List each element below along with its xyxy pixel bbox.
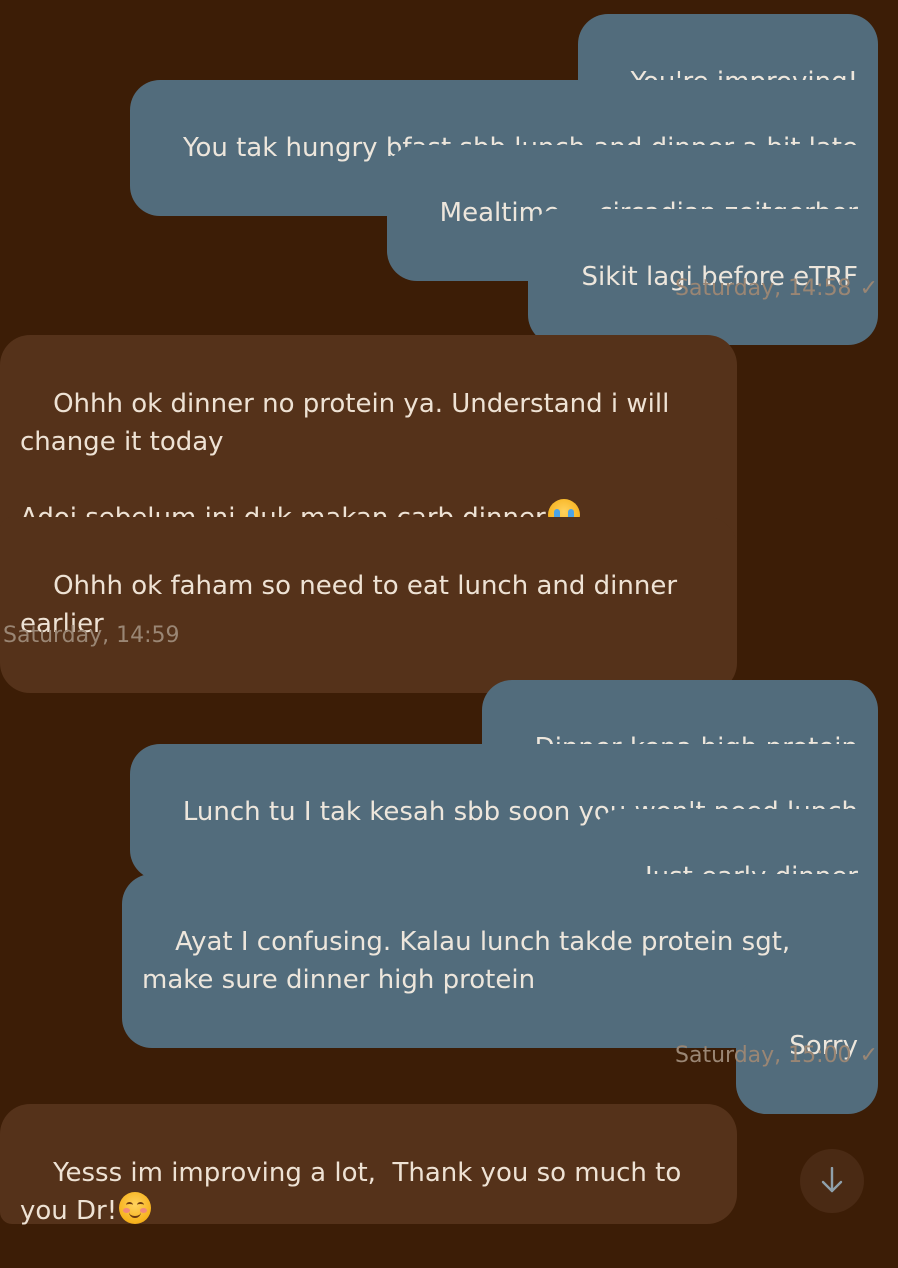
message-bubble[interactable]: Ohhh ok faham so need to eat lunch and d… bbox=[0, 517, 737, 693]
message-timestamp: Saturday, 15:00 ✓ bbox=[675, 1043, 878, 1068]
arrow-down-icon bbox=[821, 1167, 843, 1193]
sent-check-icon: ✓ bbox=[859, 276, 878, 301]
message-timestamp: Saturday, 14:58 ✓ bbox=[675, 276, 878, 301]
message-bubble[interactable]: Yesss im improving a lot, Thank you so m… bbox=[0, 1104, 737, 1226]
scroll-to-bottom-button[interactable] bbox=[800, 1149, 864, 1213]
message-text: Ayat I confusing. Kalau lunch takde prot… bbox=[142, 927, 799, 995]
sent-check-icon: ✓ bbox=[859, 1043, 878, 1068]
message-timestamp: Saturday, 14:59 bbox=[3, 623, 180, 648]
smiling-face-emoji-icon bbox=[119, 1192, 152, 1224]
chat-history[interactable]: You're improving! You tak hungry bfast s… bbox=[0, 0, 898, 1226]
